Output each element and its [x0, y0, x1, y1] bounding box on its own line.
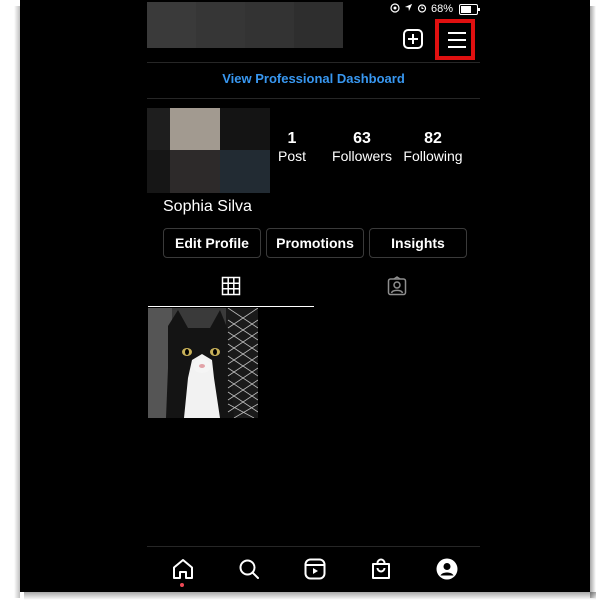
insights-button[interactable]: Insights	[369, 228, 467, 258]
following-label: Following	[403, 148, 463, 164]
posts-label: Post	[277, 148, 306, 164]
stat-followers[interactable]: 63 Followers	[328, 130, 396, 165]
edit-profile-button[interactable]: Edit Profile	[163, 228, 261, 258]
reels-icon[interactable]	[303, 557, 327, 581]
battery-icon	[459, 3, 480, 15]
professional-dashboard-link[interactable]: View Professional Dashboard	[147, 71, 480, 86]
hamburger-menu-icon	[448, 32, 466, 48]
shop-bag-icon[interactable]	[369, 557, 393, 581]
divider	[147, 62, 480, 63]
notification-dot	[180, 583, 184, 587]
following-count: 82	[424, 130, 442, 147]
grid-icon	[221, 276, 241, 306]
promotions-button[interactable]: Promotions	[266, 228, 364, 258]
tagged-person-icon	[387, 276, 407, 306]
home-icon[interactable]	[171, 557, 195, 581]
menu-button[interactable]	[435, 19, 475, 60]
add-content-icon[interactable]	[403, 29, 423, 49]
status-bar: 68%	[390, 2, 480, 16]
phone-screen: 68% View Professional Dashboard 1 Post 6…	[20, 0, 590, 592]
stat-posts[interactable]: 1 Post	[274, 130, 310, 165]
followers-label: Followers	[332, 148, 392, 164]
active-tab-indicator	[148, 306, 314, 307]
avatar[interactable]	[147, 108, 270, 193]
search-icon[interactable]	[237, 557, 261, 581]
bottom-navigation	[147, 546, 480, 592]
divider	[147, 98, 480, 99]
cat-photo	[148, 308, 258, 418]
profile-name: Sophia Silva	[163, 198, 252, 215]
profile-icon[interactable]	[435, 557, 459, 581]
tab-posts-grid[interactable]	[148, 276, 314, 306]
battery-percent: 68%	[430, 3, 453, 15]
post-thumbnail[interactable]	[148, 308, 258, 418]
posts-count: 1	[287, 130, 297, 147]
alarm-icon	[417, 3, 427, 16]
tab-tagged[interactable]	[314, 276, 480, 306]
location-arrow-icon	[404, 3, 413, 15]
stat-following[interactable]: 82 Following	[400, 130, 466, 165]
screen-lock-icon	[390, 3, 400, 15]
followers-count: 63	[353, 130, 371, 147]
username-redacted[interactable]	[147, 2, 343, 48]
